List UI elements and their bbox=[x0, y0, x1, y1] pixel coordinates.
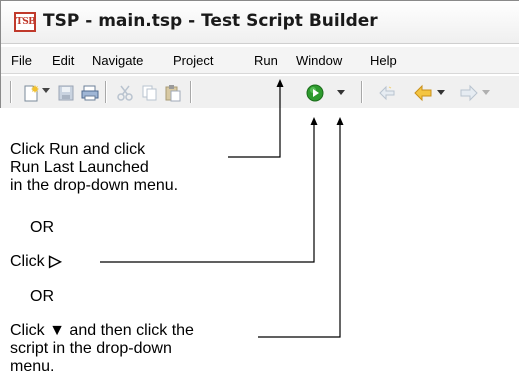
or-label: OR bbox=[30, 288, 54, 305]
or-label: OR bbox=[30, 219, 54, 236]
callout-text-line: in the drop-down menu. bbox=[10, 177, 179, 194]
callout-text-line: Click ▼ and then click the bbox=[10, 322, 194, 340]
callout-text: and then click the bbox=[69, 322, 194, 339]
callout-text-line: Click Run and click bbox=[10, 141, 146, 158]
callout-text-line: script in the drop-down bbox=[10, 340, 172, 357]
callout-click-dropdown: Click ▼ and then click the script in the… bbox=[10, 322, 194, 376]
play-outline-icon: ▷ bbox=[49, 253, 62, 270]
callout-click-run-icon: Click ▷ bbox=[10, 253, 61, 271]
callout-text: Click bbox=[10, 253, 45, 270]
callout-text: Click bbox=[10, 322, 45, 339]
down-triangle-icon: ▼ bbox=[49, 322, 65, 339]
callout-text-line: Run Last Launched bbox=[10, 159, 149, 176]
callout-text-line: menu. bbox=[10, 358, 55, 375]
callout-run-last-launched: Click Run and click Run Last Launched in… bbox=[10, 141, 178, 195]
